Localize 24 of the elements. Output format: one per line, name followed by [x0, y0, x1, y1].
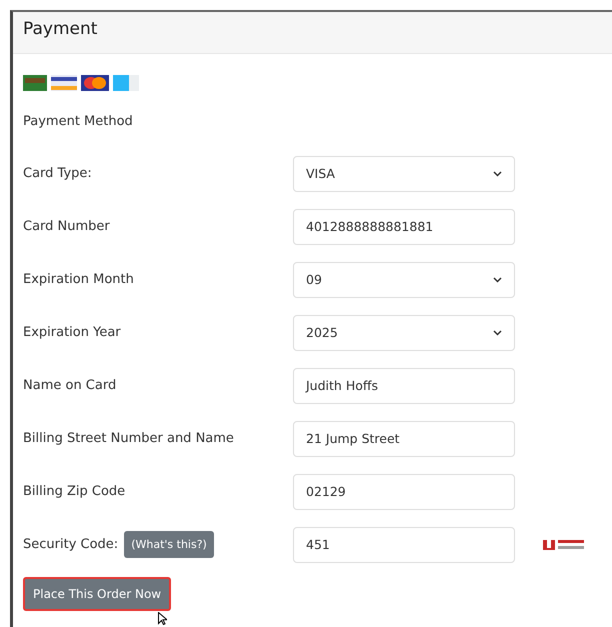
- input-field[interactable]: 21 Jump Street: [293, 420, 515, 456]
- field-label: Expiration Year: [23, 325, 121, 340]
- field-label: Billing Zip Code: [23, 484, 126, 499]
- place-order-button[interactable]: Place This Order Now: [23, 577, 172, 611]
- panel-title: Payment: [23, 19, 98, 39]
- help-button[interactable]: (What's this?): [124, 531, 214, 558]
- select-field[interactable]: 09: [293, 262, 515, 298]
- field-label: Security Code:: [23, 537, 118, 552]
- field-label: Card Number: [23, 219, 110, 234]
- credit-cards-icon: [23, 74, 139, 92]
- chevron-down-icon: [493, 170, 502, 176]
- field-label: Expiration Month: [23, 272, 134, 287]
- input-field[interactable]: 02129: [293, 474, 515, 510]
- input-field[interactable]: 4012888888881881: [293, 208, 515, 244]
- input-field[interactable]: 451: [293, 526, 515, 562]
- field-label: Billing Street Number and Name: [23, 431, 234, 446]
- select-field[interactable]: 2025: [293, 314, 515, 350]
- section-label: Payment Method: [23, 114, 134, 129]
- chevron-down-icon: [493, 330, 502, 336]
- field-label: Name on Card: [23, 378, 116, 393]
- select-field[interactable]: VISA: [293, 156, 515, 192]
- field-label: Card Type:: [23, 166, 92, 181]
- chevron-down-icon: [493, 276, 502, 282]
- input-field[interactable]: Judith Hoffs: [293, 368, 515, 404]
